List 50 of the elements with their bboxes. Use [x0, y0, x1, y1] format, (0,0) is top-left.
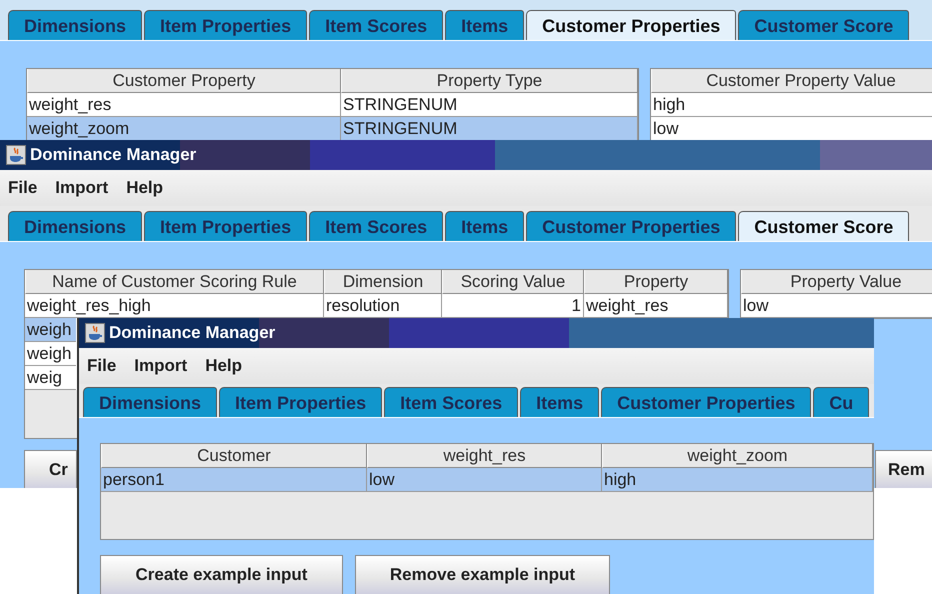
tab[interactable]: Item Scores: [384, 387, 518, 417]
window-title: Dominance Manager: [30, 145, 196, 165]
tab[interactable]: Items: [445, 211, 524, 241]
column-header[interactable]: weight_zoom: [602, 444, 873, 468]
table-cell[interactable]: high: [602, 468, 873, 492]
table-cell[interactable]: low: [367, 468, 602, 492]
column-header[interactable]: Name of Customer Scoring Rule: [25, 270, 324, 294]
table-cell[interactable]: STRINGENUM: [341, 117, 638, 141]
tab[interactable]: Customer Score: [738, 10, 910, 40]
column-header[interactable]: Property: [584, 270, 728, 294]
menu-item[interactable]: File: [8, 178, 38, 198]
action-button[interactable]: Remove example input: [355, 555, 610, 594]
action-button[interactable]: Rem: [875, 450, 932, 488]
tab[interactable]: Customer Properties: [526, 10, 736, 40]
column-header[interactable]: weight_res: [367, 444, 602, 468]
action-button[interactable]: Create example input: [100, 555, 343, 594]
tab[interactable]: Item Properties: [144, 10, 308, 40]
menu-item[interactable]: Help: [205, 356, 242, 376]
column-header[interactable]: Customer Property Value: [651, 69, 932, 93]
column-header[interactable]: Customer: [101, 444, 367, 468]
tab[interactable]: Items: [445, 10, 524, 40]
tab[interactable]: Dimensions: [8, 211, 142, 241]
tab[interactable]: Dimensions: [8, 10, 142, 40]
column-header[interactable]: Property Value: [741, 270, 932, 294]
menu-item[interactable]: Help: [126, 178, 164, 198]
tab[interactable]: Items: [520, 387, 600, 417]
tab[interactable]: Customer Score: [738, 211, 910, 241]
tab[interactable]: Item Properties: [219, 387, 382, 417]
window-title: Dominance Manager: [109, 323, 276, 343]
menu-item[interactable]: Import: [55, 178, 108, 198]
coffee-cup-icon: [6, 145, 26, 165]
column-header[interactable]: Scoring Value: [442, 270, 584, 294]
column-header[interactable]: Dimension: [324, 270, 442, 294]
tab[interactable]: Item Properties: [144, 211, 308, 241]
tab[interactable]: Item Scores: [309, 10, 444, 40]
table-cell[interactable]: weigh: [25, 318, 76, 342]
menu-item[interactable]: File: [87, 356, 116, 376]
tab[interactable]: Item Scores: [309, 211, 444, 241]
table-cell[interactable]: weight_zoom: [27, 117, 341, 141]
menu-item[interactable]: Import: [134, 356, 188, 376]
action-button[interactable]: Cr: [24, 450, 77, 488]
column-header[interactable]: Property Type: [341, 69, 638, 93]
table-cell[interactable]: person1: [101, 468, 367, 492]
coffee-cup-icon: [85, 323, 105, 343]
column-header[interactable]: Customer Property: [27, 69, 341, 93]
tab[interactable]: Customer Properties: [601, 387, 812, 417]
tab[interactable]: Customer Properties: [526, 211, 736, 241]
tab[interactable]: Cu: [813, 387, 870, 417]
table-cell[interactable]: weig: [25, 366, 76, 390]
tab[interactable]: Dimensions: [83, 387, 218, 417]
